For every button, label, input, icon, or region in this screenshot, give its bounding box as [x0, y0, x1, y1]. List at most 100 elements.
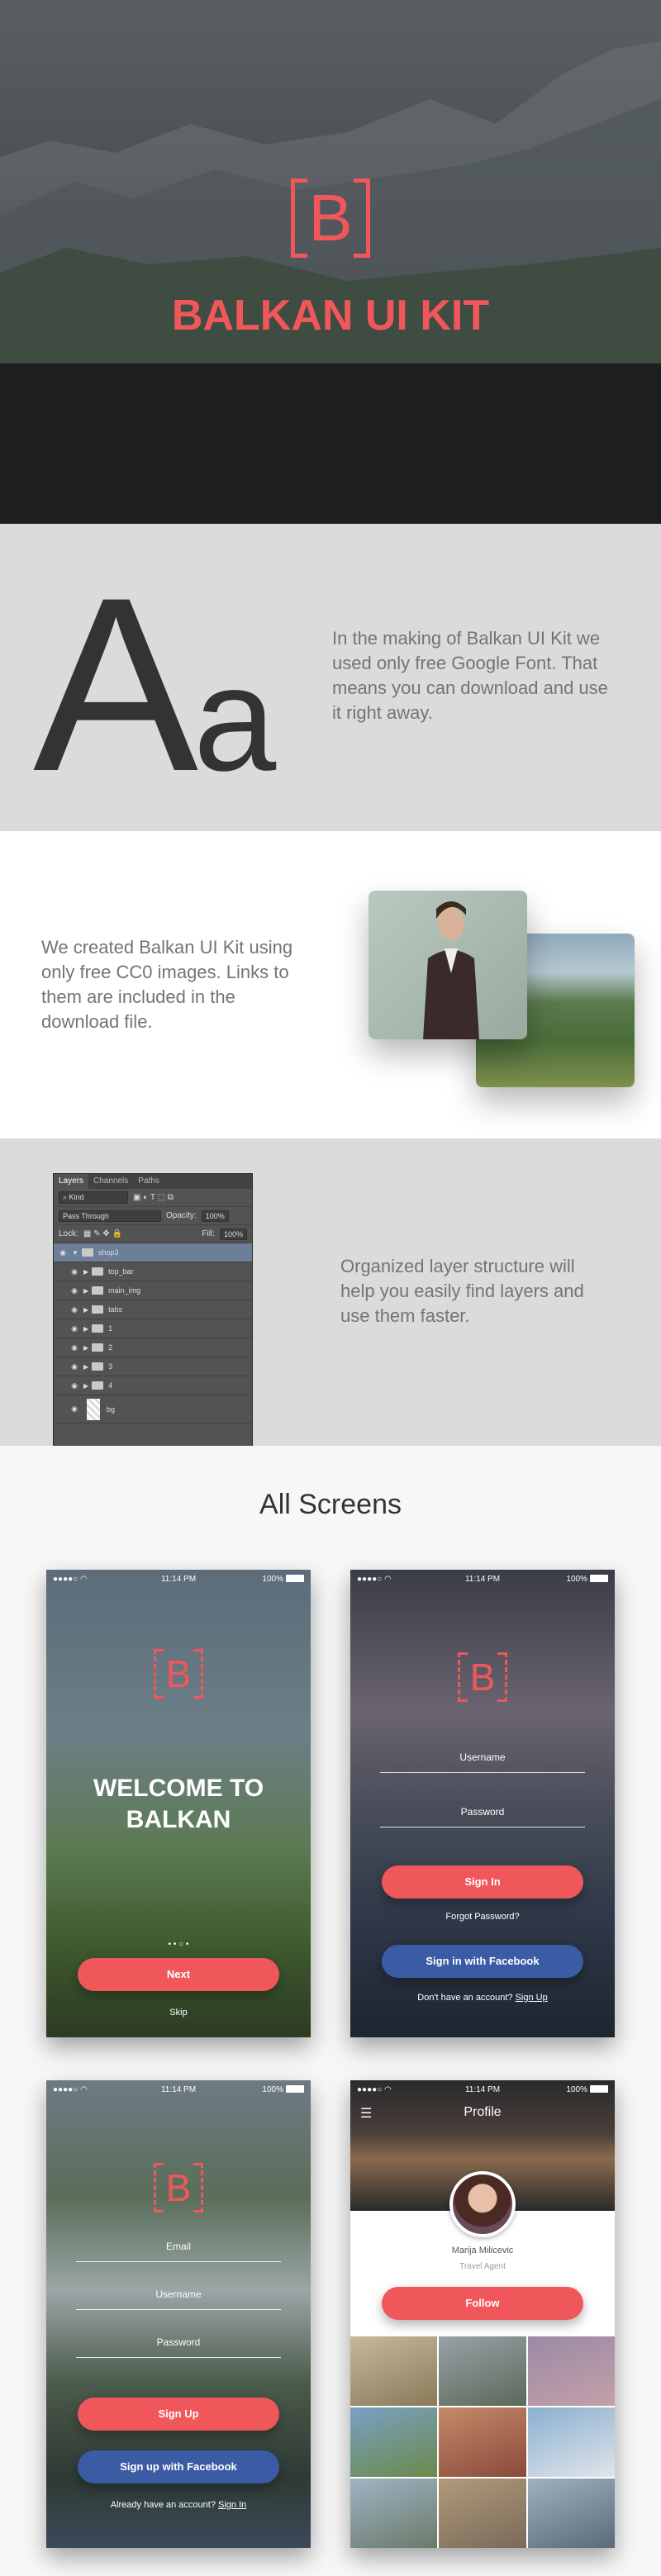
eye-icon[interactable]: ◉ [65, 1381, 83, 1390]
layer-name: shop3 [97, 1248, 119, 1257]
username-field[interactable]: Username [76, 2284, 281, 2310]
eye-icon[interactable]: ◉ [54, 1248, 72, 1257]
app-logo-letter: B [165, 2166, 192, 2209]
profile-name: Marija Milicevic [451, 2246, 514, 2255]
app-logo-letter: B [469, 1656, 496, 1699]
layer-row[interactable]: ◉ ▶ main_img [54, 1281, 252, 1300]
profile-title: Profile [464, 2105, 502, 2119]
layer-row[interactable]: ◉ ▶ 2 [54, 1338, 252, 1357]
status-bar: ●●●●○ ◠ 11:14 PM 100% [350, 2080, 615, 2098]
layer-row[interactable]: ◉ ▶ 4 [54, 1376, 252, 1395]
eye-icon[interactable]: ◉ [65, 1343, 83, 1352]
follow-button[interactable]: Follow [382, 2287, 583, 2320]
sign-up-button[interactable]: Sign Up [78, 2398, 279, 2431]
folder-icon [92, 1286, 104, 1295]
eye-icon[interactable]: ◉ [65, 1404, 83, 1414]
layer-name: top_bar [108, 1267, 134, 1276]
fill-value[interactable]: 100% [219, 1228, 247, 1240]
password-field[interactable]: Password [380, 1801, 585, 1827]
layer-row[interactable]: ◉ ▶ 3 [54, 1357, 252, 1376]
layer-row[interactable]: ◉ ▶ 1 [54, 1319, 252, 1338]
fill-label: Fill: [202, 1229, 215, 1238]
forgot-password-link[interactable]: Forgot Password? [350, 1912, 615, 1922]
signin-screen: ●●●●○ ◠ 11:14 PM 100% B Username Password … [350, 1570, 615, 2037]
hero-section: B BALKAN UI KIT [0, 0, 661, 524]
grid-photo[interactable] [527, 2479, 615, 2548]
eye-icon[interactable]: ◉ [65, 1305, 83, 1314]
chevron-right-icon[interactable]: ▶ [83, 1344, 88, 1352]
mountain-landscape [0, 41, 661, 524]
status-time: 11:14 PM [464, 1574, 501, 1584]
grid-photo[interactable] [439, 2479, 526, 2548]
app-logo: B [458, 1652, 507, 1702]
facebook-signin-button[interactable]: Sign in with Facebook [382, 1945, 583, 1978]
kind-filter[interactable]: ⌕ Kind [59, 1191, 128, 1204]
eye-icon[interactable]: ◉ [65, 1362, 83, 1371]
hero-logo: B [291, 178, 370, 258]
hero-title: BALKAN UI KIT [171, 292, 490, 340]
skip-link[interactable]: Skip [46, 2008, 311, 2018]
photo-grid [350, 2336, 615, 2548]
layer-name: 2 [108, 1343, 113, 1352]
tab-channels[interactable]: Channels [88, 1174, 133, 1189]
grid-photo[interactable] [350, 2336, 438, 2406]
no-account-text: Don't have an account? [417, 1993, 513, 2003]
chevron-right-icon[interactable]: ▶ [83, 1363, 88, 1371]
sign-up-link[interactable]: Sign Up [516, 1993, 548, 2003]
filter-icons: ▣ ◐ T ⬚ ⧉ [133, 1193, 174, 1202]
grid-photo[interactable] [350, 2479, 438, 2548]
sign-in-link[interactable]: Sign In [218, 2500, 246, 2510]
lock-row: Lock: ▦ ✎ ✥ 🔒 Fill: 100% [54, 1225, 252, 1243]
layer-name: 3 [108, 1362, 113, 1371]
layer-row[interactable]: ◉ ▶ top_bar [54, 1262, 252, 1281]
app-logo: B [154, 2163, 203, 2212]
typography-description: In the making of Balkan UI Kit we used o… [332, 628, 608, 723]
grid-photo[interactable] [439, 2407, 526, 2477]
signup-prompt: Don't have an account? Sign Up [350, 1993, 615, 2003]
layer-row[interactable]: ◉ ▼ shop3 [54, 1243, 252, 1262]
next-button[interactable]: Next [78, 1958, 279, 1991]
eye-icon[interactable]: ◉ [65, 1324, 83, 1333]
layer-name: tabs [108, 1305, 123, 1314]
screens-heading: All Screens [259, 1489, 402, 1520]
chevron-down-icon[interactable]: ▼ [72, 1249, 78, 1257]
search-icon: ⌕ [63, 1193, 69, 1201]
password-field[interactable]: Password [76, 2331, 281, 2358]
welcome-title: WELCOME TO BALKAN [46, 1773, 311, 1836]
folder-icon [92, 1267, 104, 1276]
chevron-right-icon[interactable]: ▶ [83, 1268, 88, 1276]
sign-in-button[interactable]: Sign In [382, 1865, 583, 1899]
status-time: 11:14 PM [464, 2084, 501, 2094]
facebook-signup-button[interactable]: Sign up with Facebook [78, 2450, 279, 2483]
folder-icon [92, 1305, 104, 1314]
lock-icons[interactable]: ▦ ✎ ✥ 🔒 [83, 1229, 122, 1238]
pager-dots[interactable]: • • ○ • [46, 1940, 311, 1949]
lock-label: Lock: [59, 1229, 78, 1238]
chevron-right-icon[interactable]: ▶ [83, 1382, 88, 1390]
eye-icon[interactable]: ◉ [65, 1286, 83, 1295]
grid-photo[interactable] [350, 2407, 438, 2477]
blend-mode-select[interactable]: Pass Through [59, 1210, 161, 1222]
grid-photo[interactable] [527, 2407, 615, 2477]
status-bar: ●●●●○ ◠ 11:14 PM 100% [350, 1570, 615, 1588]
opacity-value[interactable]: 100% [201, 1210, 229, 1222]
grid-photo[interactable] [527, 2336, 615, 2406]
username-field[interactable]: Username [380, 1747, 585, 1773]
tab-paths[interactable]: Paths [133, 1174, 164, 1189]
status-time: 11:14 PM [160, 2084, 197, 2094]
chevron-right-icon[interactable]: ▶ [83, 1306, 88, 1314]
layer-thumbnail [87, 1398, 100, 1420]
chevron-right-icon[interactable]: ▶ [83, 1287, 88, 1295]
email-field[interactable]: Email [76, 2236, 281, 2262]
layer-row[interactable]: ◉ bg [54, 1395, 252, 1423]
status-time: 11:14 PM [160, 1574, 197, 1584]
filter-row: ⌕ Kind ▣ ◐ T ⬚ ⧉ [54, 1189, 252, 1207]
tab-layers[interactable]: Layers [54, 1174, 89, 1189]
profile-role: Travel Agent [459, 2262, 506, 2271]
avatar[interactable] [449, 2171, 516, 2237]
chevron-right-icon[interactable]: ▶ [83, 1325, 88, 1333]
eye-icon[interactable]: ◉ [65, 1267, 83, 1276]
grid-photo[interactable] [439, 2336, 526, 2406]
layer-row[interactable]: ◉ ▶ tabs [54, 1300, 252, 1319]
font-sample-small: a [193, 636, 276, 802]
